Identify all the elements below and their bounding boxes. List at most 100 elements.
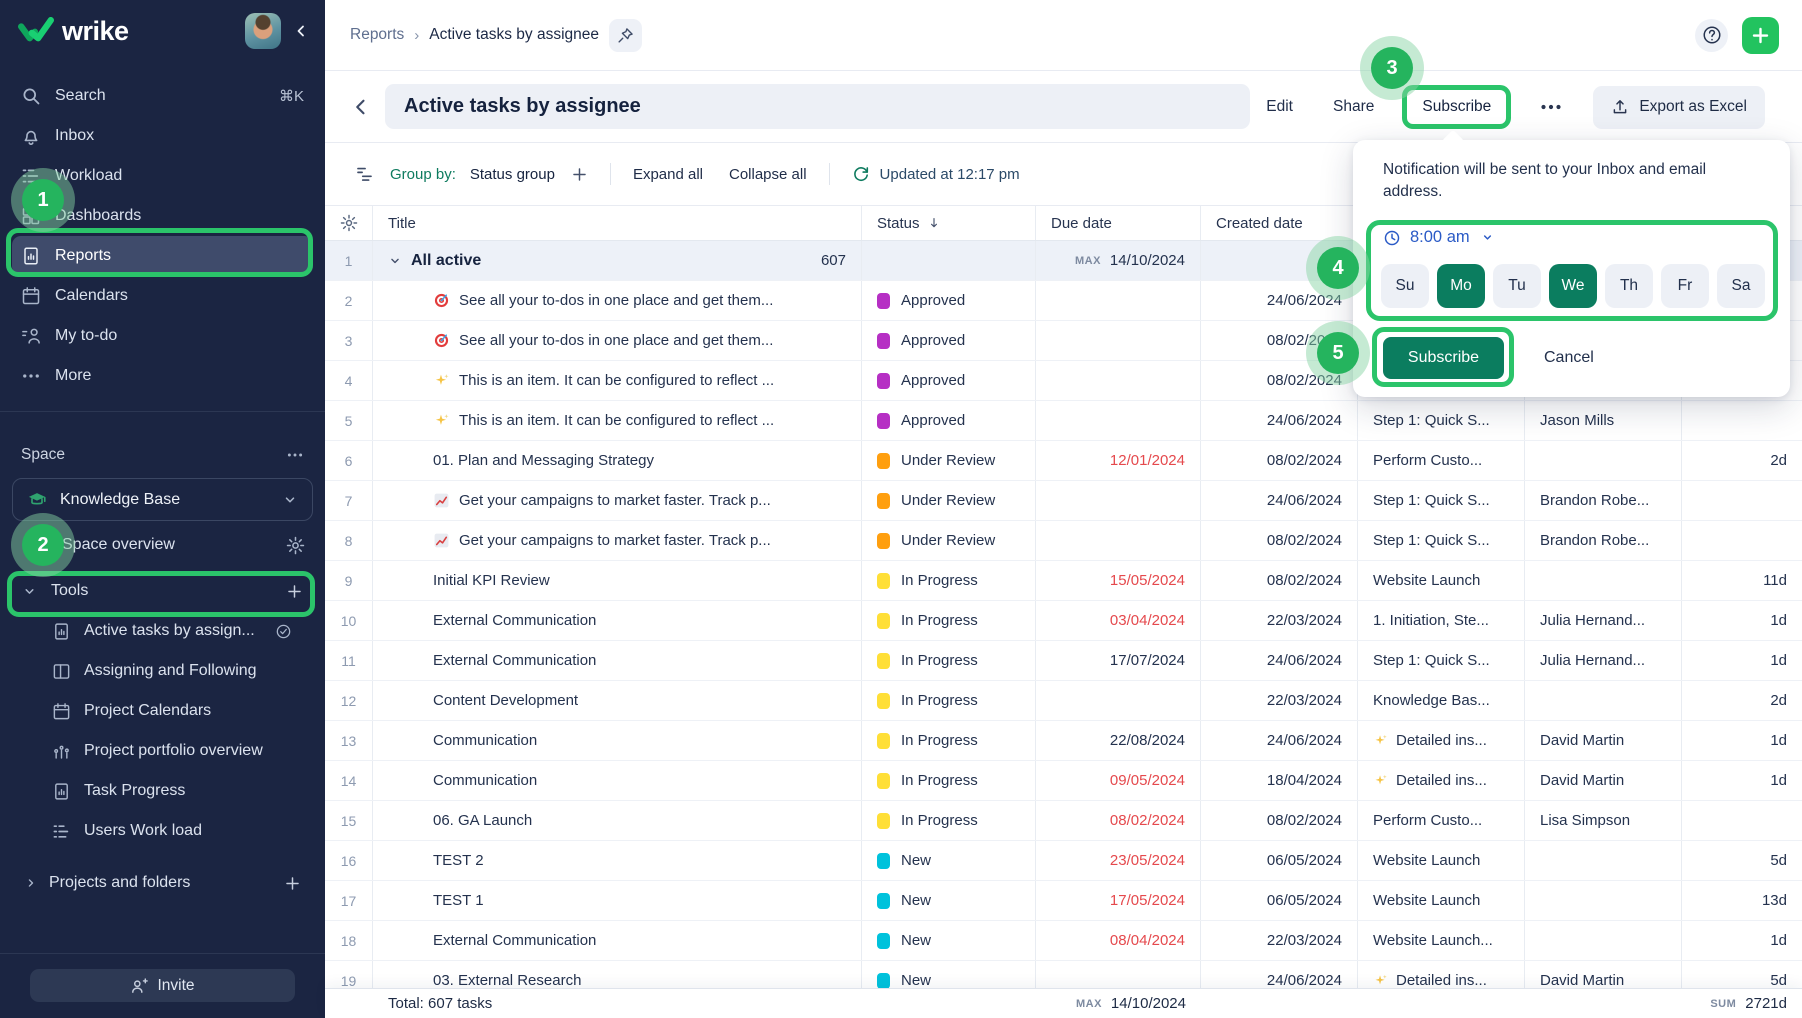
sidebar-item-calendars[interactable]: Calendars — [12, 276, 313, 315]
report-icon — [21, 246, 41, 266]
expand-all-button[interactable]: Expand all — [633, 166, 703, 183]
table-row[interactable]: 12Content DevelopmentIn Progress22/03/20… — [325, 681, 1802, 721]
sidebar-item-more[interactable]: More — [12, 356, 313, 395]
sidebar-item-assigning-following[interactable]: Assigning and Following — [0, 651, 325, 691]
day-chip-tu[interactable]: Tu — [1493, 264, 1541, 308]
space-more-icon[interactable] — [286, 446, 304, 464]
export-excel-button[interactable]: Export as Excel — [1593, 86, 1765, 129]
table-settings-cell[interactable] — [325, 206, 373, 240]
table-row[interactable]: 601. Plan and Messaging StrategyUnder Re… — [325, 441, 1802, 481]
add-grouping-icon[interactable] — [571, 166, 588, 183]
status-label: New — [901, 932, 931, 949]
day-chip-fr[interactable]: Fr — [1661, 264, 1709, 308]
table-row[interactable]: 7Get your campaigns to market faster. Tr… — [325, 481, 1802, 521]
status-label: New — [901, 852, 931, 869]
help-button[interactable] — [1695, 19, 1728, 52]
column-header-created-date[interactable]: Created date — [1201, 206, 1358, 240]
task-title: Communication — [433, 732, 537, 749]
status-label: In Progress — [901, 692, 978, 709]
collapse-all-button[interactable]: Collapse all — [729, 166, 807, 183]
sidebar-item-my-to-do[interactable]: My to-do — [12, 316, 313, 355]
chevron-down-icon[interactable] — [22, 584, 37, 599]
cell-assignee: David Martin — [1525, 761, 1682, 800]
chevron-down-icon — [282, 492, 298, 508]
refresh-icon[interactable] — [852, 165, 870, 183]
subscribe-button[interactable]: Subscribe — [1402, 85, 1511, 129]
sidebar-item-inbox[interactable]: Inbox — [12, 116, 313, 155]
cell-assignee: Julia Hernand... — [1525, 641, 1682, 680]
plus-icon[interactable] — [284, 875, 301, 892]
cell-row-number: 10 — [325, 601, 373, 640]
cell-location: Website Launch — [1358, 841, 1525, 880]
table-row[interactable]: 13CommunicationIn Progress22/08/202424/0… — [325, 721, 1802, 761]
cell-assignee — [1525, 441, 1682, 480]
sidebar-item-users-workload[interactable]: Users Work load — [0, 811, 325, 851]
target-icon — [433, 332, 450, 349]
breadcrumb-reports[interactable]: Reports — [350, 26, 404, 44]
table-row[interactable]: 17TEST 1New17/05/202406/05/2024Website L… — [325, 881, 1802, 921]
share-button[interactable]: Share — [1333, 98, 1374, 116]
more-actions-icon[interactable] — [1539, 95, 1563, 119]
table-row[interactable]: 1903. External ResearchNew24/06/2024Deta… — [325, 961, 1802, 988]
group-by-value[interactable]: Status group — [470, 166, 555, 183]
table-row[interactable]: 14CommunicationIn Progress09/05/202418/0… — [325, 761, 1802, 801]
table-row[interactable]: 8Get your campaigns to market faster. Tr… — [325, 521, 1802, 561]
notification-time-selector[interactable]: 8:00 am — [1383, 228, 1494, 247]
user-avatar[interactable] — [245, 13, 281, 49]
sidebar-item-task-progress[interactable]: Task Progress — [0, 771, 325, 811]
table-row[interactable]: 9Initial KPI ReviewIn Progress15/05/2024… — [325, 561, 1802, 601]
cell-row-number: 1 — [325, 241, 373, 280]
back-button[interactable] — [351, 97, 371, 117]
column-header-due-date[interactable]: Due date — [1036, 206, 1201, 240]
table-row[interactable]: 1506. GA LaunchIn Progress08/02/202408/0… — [325, 801, 1802, 841]
sidebar-collapse-icon[interactable] — [293, 23, 309, 39]
day-chip-th[interactable]: Th — [1605, 264, 1653, 308]
sidebar-item-portfolio-overview[interactable]: Project portfolio overview — [0, 731, 325, 771]
day-chip-sa[interactable]: Sa — [1717, 264, 1765, 308]
sidebar-item-projects-and-folders[interactable]: Projects and folders — [0, 863, 325, 903]
updated-timestamp[interactable]: Updated at 12:17 pm — [880, 166, 1020, 183]
day-chip-su[interactable]: Su — [1381, 264, 1429, 308]
popup-cancel-button[interactable]: Cancel — [1534, 335, 1604, 381]
max-label: MAX — [1075, 255, 1101, 267]
cell-row-number: 17 — [325, 881, 373, 920]
day-chip-mo[interactable]: Mo — [1437, 264, 1485, 308]
top-bar: Reports Active tasks by assignee — [325, 0, 1802, 71]
chevron-down-icon[interactable] — [388, 254, 402, 268]
more-icon — [21, 366, 41, 386]
invite-button[interactable]: Invite — [30, 969, 295, 1002]
pin-button[interactable] — [609, 19, 642, 52]
table-row[interactable]: 5This is an item. It can be configured t… — [325, 401, 1802, 441]
create-new-button[interactable] — [1742, 17, 1779, 54]
chevron-right-icon[interactable] — [24, 876, 38, 890]
wrike-logo[interactable]: wrike — [18, 16, 129, 47]
cell-due-date — [1036, 481, 1201, 520]
column-header-title[interactable]: Title — [373, 206, 862, 240]
sidebar-item-project-calendars[interactable]: Project Calendars — [0, 691, 325, 731]
gear-icon[interactable] — [286, 536, 305, 555]
max-label: MAX — [1076, 998, 1102, 1010]
space-selector-knowledge-base[interactable]: Knowledge Base — [12, 478, 313, 521]
cell-location: Website Launch... — [1358, 921, 1525, 960]
sidebar-item-reports[interactable]: Reports — [12, 236, 313, 275]
edit-button[interactable]: Edit — [1266, 98, 1293, 116]
table-row[interactable]: 11External CommunicationIn Progress17/07… — [325, 641, 1802, 681]
cell-title: TEST 2 — [373, 841, 862, 880]
sidebar-item-search[interactable]: Search⌘K — [12, 76, 313, 115]
table-row[interactable]: 10External CommunicationIn Progress03/04… — [325, 601, 1802, 641]
status-color-chip — [877, 973, 890, 989]
column-header-status[interactable]: Status — [862, 206, 1036, 240]
table-row[interactable]: 16TEST 2New23/05/202406/05/2024Website L… — [325, 841, 1802, 881]
day-chip-we[interactable]: We — [1549, 264, 1597, 308]
cell-title: Content Development — [373, 681, 862, 720]
status-label: Under Review — [901, 532, 995, 549]
table-row[interactable]: 18External CommunicationNew08/04/202422/… — [325, 921, 1802, 961]
sidebar-item-active-tasks[interactable]: Active tasks by assign... — [0, 611, 325, 651]
sidebar-item-tools[interactable]: Tools — [0, 571, 325, 611]
sparkle-icon — [433, 412, 450, 429]
plus-icon[interactable] — [286, 583, 303, 600]
cell-location: Website Launch — [1358, 561, 1525, 600]
report-title-field[interactable]: Active tasks by assignee — [385, 84, 1250, 129]
popup-subscribe-button[interactable]: Subscribe — [1381, 335, 1506, 381]
cell-duration — [1682, 401, 1802, 440]
